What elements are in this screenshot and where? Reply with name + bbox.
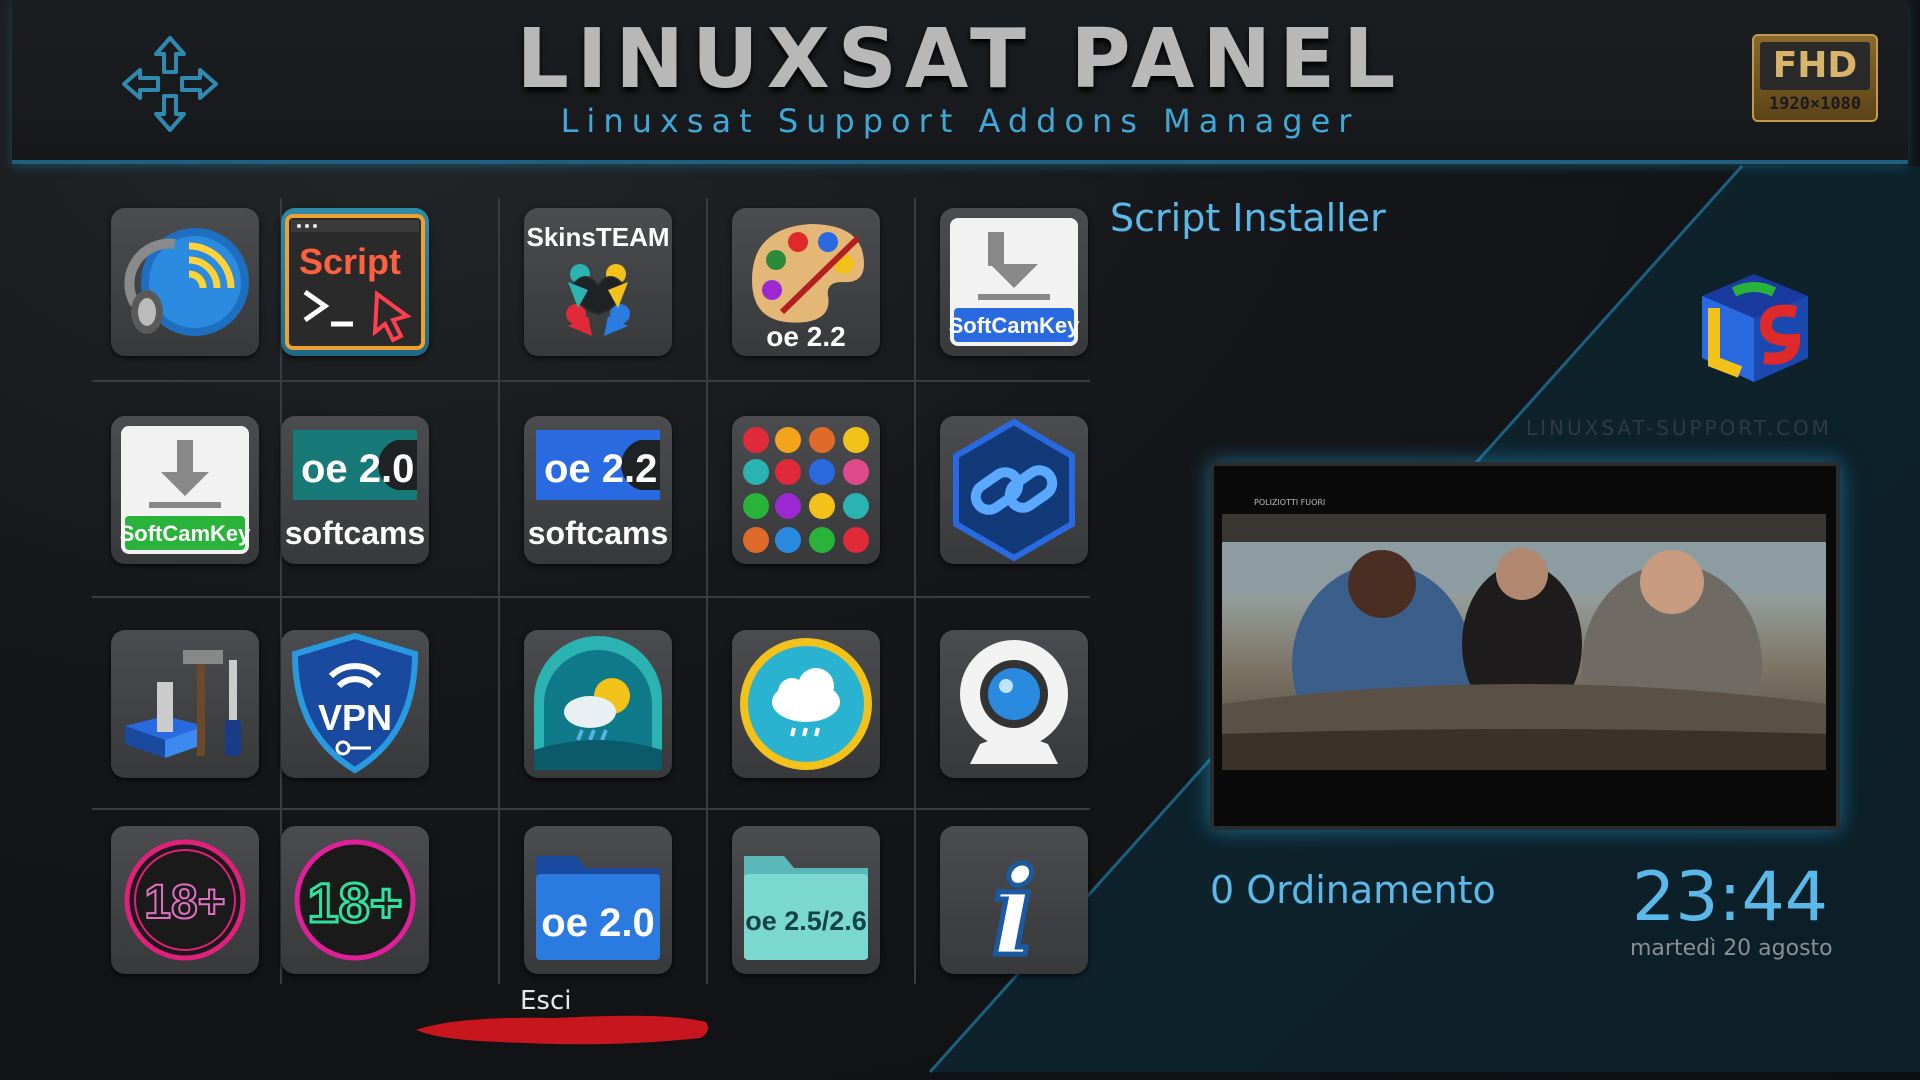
- script-icon-label: Script: [299, 241, 401, 282]
- oe20-softcams-version: oe 2.0: [301, 447, 414, 491]
- tile-skinsteam[interactable]: SkinsTEAM: [524, 208, 672, 356]
- grid-divider: [914, 198, 916, 984]
- website-label: LINUXSAT-SUPPORT.COM: [1526, 416, 1832, 440]
- vpn-shield-icon: VPN: [291, 632, 419, 774]
- selected-item-title: Script Installer: [1110, 196, 1386, 240]
- info-icon: i: [989, 840, 1040, 975]
- oe22-softcams-icon: oe 2.2 softcams: [528, 430, 669, 551]
- softcamkey-green-label: SoftCamKey: [120, 521, 252, 546]
- oe22-softcams-label: softcams: [528, 515, 669, 551]
- grid-divider: [92, 596, 1090, 598]
- tile-audio-addon[interactable]: [111, 208, 259, 356]
- tile-webcam[interactable]: [940, 630, 1088, 778]
- tile-oe20-folder[interactable]: oe 2.0: [524, 826, 672, 974]
- grid-divider: [92, 380, 1090, 382]
- tile-adult-1[interactable]: 18+: [111, 826, 259, 974]
- lsp-logo-icon: [1702, 274, 1808, 382]
- adult-content-icon: 18+: [124, 839, 246, 961]
- grid-divider: [706, 198, 708, 984]
- tile-oe22-skins[interactable]: oe 2.2: [732, 208, 880, 356]
- tile-oe22-softcams[interactable]: oe 2.2 softcams: [524, 416, 672, 564]
- preview-caption: POLIZIOTTI FUORI: [1254, 498, 1326, 507]
- apps-collection-icon: [743, 427, 869, 553]
- weather-icon: [534, 636, 662, 770]
- tile-tools[interactable]: [111, 630, 259, 778]
- adult-2-label: 18+: [308, 871, 403, 934]
- clock-time: 23:44: [1632, 858, 1828, 937]
- skinsteam-icon: SkinsTEAM: [526, 222, 670, 336]
- grid-divider: [498, 198, 500, 984]
- info-label: i: [991, 842, 1037, 974]
- webcam-icon: [960, 640, 1068, 764]
- addons-grid: Script SkinsTEAM oe 2.2 SoftCamKey SoftC…: [92, 198, 1092, 984]
- fhd-badge-resolution: 1920×1080: [1768, 94, 1862, 114]
- tv-preview: POLIZIOTTI FUORI: [1210, 462, 1840, 830]
- fhd-badge-label: FHD: [1760, 42, 1870, 90]
- oe22-skins-label: oe 2.2: [766, 321, 845, 352]
- video-preview-frame: [1222, 514, 1826, 770]
- headphones-icon: [124, 228, 249, 336]
- folder-icon: oe 2.5/2.6: [744, 856, 868, 960]
- oe20-softcams-label: softcams: [285, 515, 426, 551]
- tile-oe25-folder[interactable]: oe 2.5/2.6: [732, 826, 880, 974]
- tools-icon: [125, 650, 241, 758]
- softcamkey-blue-label: SoftCamKey: [949, 313, 1081, 338]
- tile-vpn[interactable]: VPN: [281, 630, 429, 778]
- link-icon: [953, 418, 1075, 562]
- grid-divider: [92, 808, 1090, 810]
- adult-content-icon: 18+: [294, 839, 416, 961]
- tile-adult-2[interactable]: 18+: [281, 826, 429, 974]
- adult-1-label: 18+: [144, 876, 225, 929]
- tile-info[interactable]: i: [940, 826, 1088, 974]
- skinsteam-label: SkinsTEAM: [526, 222, 669, 252]
- tile-script[interactable]: Script: [281, 208, 429, 356]
- page-subtitle: Linuxsat Support Addons Manager: [560, 102, 1360, 140]
- clock-date: martedì 20 agosto: [1630, 936, 1833, 961]
- oe22-softcams-version: oe 2.2: [544, 447, 657, 491]
- tile-weather-2[interactable]: [732, 630, 880, 778]
- tile-softcamkey-green[interactable]: SoftCamKey: [111, 416, 259, 564]
- tile-link[interactable]: [940, 416, 1088, 564]
- tile-oe20-softcams[interactable]: oe 2.0 softcams: [281, 416, 429, 564]
- softcamkey-download-icon: SoftCamKey: [120, 426, 252, 554]
- tile-softcamkey-blue[interactable]: SoftCamKey: [940, 208, 1088, 356]
- oe20-softcams-icon: oe 2.0 softcams: [285, 430, 426, 551]
- tile-weather-1[interactable]: [524, 630, 672, 778]
- fhd-badge: FHD 1920×1080: [1752, 34, 1878, 122]
- sort-label[interactable]: 0 Ordinamento: [1210, 868, 1496, 912]
- script-icon: Script: [285, 214, 425, 350]
- softcamkey-download-icon: SoftCamKey: [949, 218, 1081, 346]
- tile-apps-collection[interactable]: [732, 416, 880, 564]
- page-title: LINUXSAT PANEL: [516, 12, 1404, 107]
- weather-rain-icon: [740, 638, 872, 770]
- video-scene-image: [1222, 514, 1826, 770]
- red-button-indicator: [416, 1015, 708, 1045]
- oe20-folder-label: oe 2.0: [541, 901, 654, 945]
- oe25-folder-label: oe 2.5/2.6: [745, 906, 867, 936]
- vpn-label: VPN: [318, 697, 392, 738]
- palette-icon: oe 2.2: [752, 224, 864, 352]
- folder-icon: oe 2.0: [536, 856, 660, 960]
